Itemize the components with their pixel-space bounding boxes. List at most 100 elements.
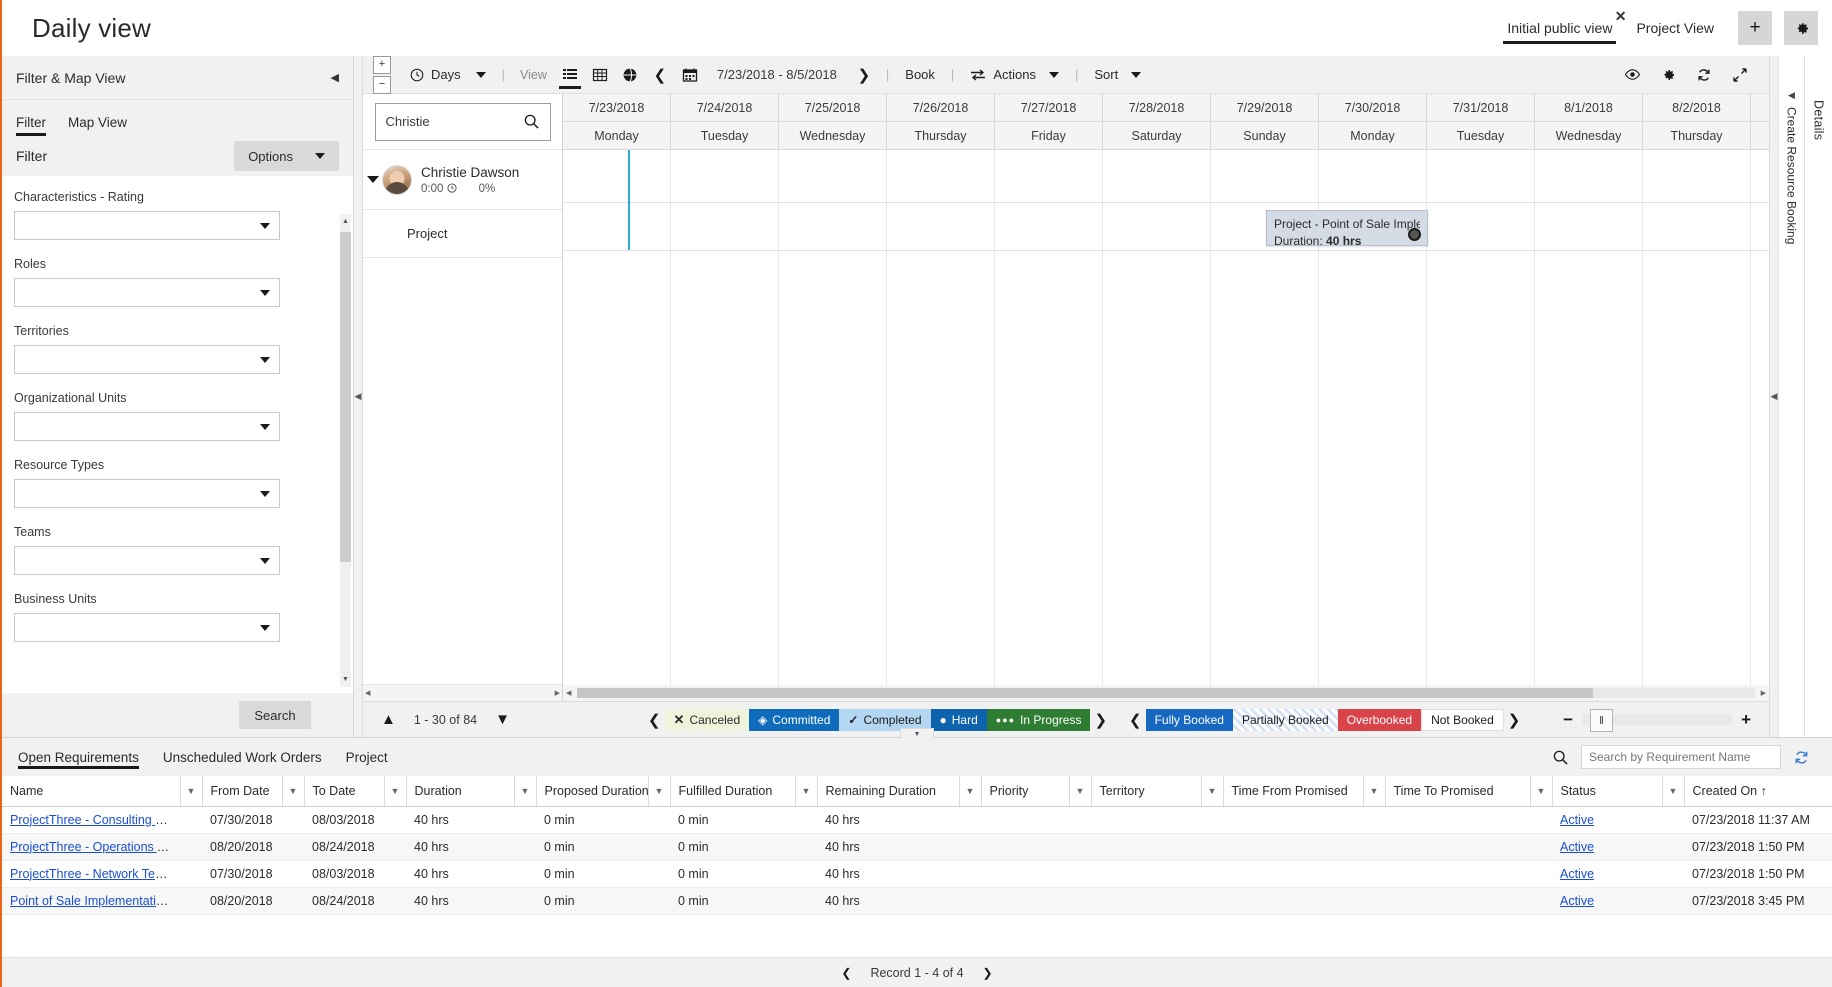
add-view-button[interactable]: + [1738,11,1772,45]
requirement-link[interactable]: ProjectThree - Operations Analyst [10,840,180,854]
requirement-link[interactable]: ProjectThree - Consulting Lead [10,813,180,827]
tab-open-requirements[interactable]: Open Requirements [18,738,139,776]
panel-resize-handle[interactable]: ▼ [900,728,934,739]
legend-partially-booked[interactable]: Partially Booked [1233,709,1338,731]
column-filter-icon[interactable]: ▼ [1530,776,1552,806]
scroll-down-icon[interactable]: ▼ [340,672,351,687]
scrollbar-thumb[interactable] [340,232,351,562]
zoom-slider[interactable]: ‖ [1582,714,1732,725]
tab-project[interactable]: Project [346,738,388,776]
status-link[interactable]: Active [1560,894,1594,908]
column-filter-icon[interactable]: ▼ [282,776,304,806]
legend-prev-icon[interactable]: ❮ [644,711,665,729]
table-row[interactable]: ProjectThree - Consulting Lead07/30/2018… [2,806,1832,833]
roles-select[interactable] [14,278,280,307]
scroll-right-icon[interactable]: ▶ [1761,689,1766,697]
booking-card[interactable]: Project - Point of Sale Implemen Duratio… [1266,210,1428,246]
requirements-search-input[interactable]: Search by Requirement Name [1581,745,1781,769]
tab-unscheduled-work-orders[interactable]: Unscheduled Work Orders [163,738,322,776]
column-filter-icon[interactable]: ▼ [795,776,817,806]
tab-filter[interactable]: Filter [16,115,46,136]
timeline-column[interactable] [671,150,779,685]
column-header[interactable]: Proposed Duration [536,776,648,806]
timeline-column[interactable] [1643,150,1751,685]
zoom-slider-handle[interactable]: ‖ [1590,709,1613,732]
column-header[interactable]: Priority [981,776,1069,806]
right-splitter[interactable]: ◀ [1769,56,1778,737]
expand-icon[interactable] [1725,60,1755,90]
next-record-icon[interactable]: ❯ [980,966,996,980]
sort-dropdown[interactable]: Sort [1085,60,1150,90]
column-header[interactable]: Name [2,776,180,806]
expand-all-button[interactable]: + [373,56,391,74]
filter-search-button[interactable]: Search [239,701,311,729]
column-filter-icon[interactable]: ▼ [1069,776,1091,806]
status-link[interactable]: Active [1560,813,1594,827]
scrollbar-thumb[interactable] [577,688,1593,698]
actions-dropdown[interactable]: Actions [961,60,1068,90]
zoom-in-button[interactable]: + [1741,710,1751,730]
legend-fully-booked[interactable]: Fully Booked [1146,709,1233,731]
timeline-column[interactable] [1751,150,1769,685]
column-filter-icon[interactable]: ▼ [384,776,406,806]
table-row[interactable]: Point of Sale Implementation - O...08/20… [2,887,1832,914]
column-header[interactable]: Duration [406,776,514,806]
table-row[interactable]: ProjectThree - Operations Analyst08/20/2… [2,833,1832,860]
legend-hard[interactable]: ● Hard [931,709,987,731]
tab-project-view[interactable]: Project View [1624,0,1726,56]
resource-hscrollbar[interactable]: ◀ ▶ [363,685,562,701]
legend-not-booked[interactable]: Not Booked [1421,709,1504,731]
scroll-up-icon[interactable]: ▲ [340,214,351,229]
column-filter-icon[interactable]: ▼ [1201,776,1223,806]
column-filter-icon[interactable]: ▼ [648,776,670,806]
left-splitter[interactable]: ◀ [354,56,363,737]
list-view-icon[interactable] [555,60,585,90]
timeline-column[interactable] [1535,150,1643,685]
tab-map-view[interactable]: Map View [68,115,127,136]
expand-collapse-icon[interactable] [367,176,379,183]
legend-committed[interactable]: ◈ Committed [749,709,839,731]
timeline-hscrollbar[interactable]: ◀ ▶ [563,685,1769,701]
days-dropdown[interactable]: Days [401,60,495,90]
column-header[interactable]: Fulfilled Duration [670,776,795,806]
create-resource-booking-panel[interactable]: ◀ Create Resource Booking [1778,56,1804,737]
column-header[interactable]: Time From Promised [1223,776,1363,806]
column-filter-icon[interactable]: ▼ [180,776,202,806]
characteristics-rating-select[interactable] [14,211,280,240]
resource-row-christie-dawson[interactable]: Christie Dawson 0:00 0% [363,150,562,210]
scroll-left-icon[interactable]: ◀ [365,689,370,697]
requirement-link[interactable]: Point of Sale Implementation - O... [10,894,180,908]
gear-icon[interactable] [1653,60,1683,90]
timeline-column[interactable] [1103,150,1211,685]
timeline-column[interactable] [779,150,887,685]
eye-icon[interactable] [1617,60,1647,90]
column-header[interactable]: To Date [304,776,384,806]
timeline-column[interactable] [563,150,671,685]
organizational-units-select[interactable] [14,412,280,441]
resource-types-select[interactable] [14,479,280,508]
timeline-column[interactable] [887,150,995,685]
next-period-button[interactable]: ❯ [849,60,879,90]
calendar-icon[interactable] [675,60,705,90]
prev-record-icon[interactable]: ❮ [838,966,854,980]
settings-button[interactable] [1784,11,1818,45]
column-filter-icon[interactable]: ▼ [1363,776,1385,806]
legend-overbooked[interactable]: Overbooked [1338,709,1421,731]
map-view-icon[interactable] [615,60,645,90]
requirement-link[interactable]: ProjectThree - Network Technician [10,867,180,881]
resource-search-input[interactable]: Christie [375,103,551,141]
refresh-icon[interactable] [1793,749,1810,766]
column-header[interactable]: From Date [202,776,282,806]
table-row[interactable]: ProjectThree - Network Technician07/30/2… [2,860,1832,887]
status-link[interactable]: Active [1560,867,1594,881]
scroll-left-icon[interactable]: ◀ [566,689,571,697]
filter-options-button[interactable]: Options [234,141,339,171]
details-panel[interactable]: Details [1804,56,1832,737]
column-filter-icon[interactable]: ▼ [514,776,536,806]
timeline-column[interactable] [1427,150,1535,685]
column-header[interactable]: Territory [1091,776,1201,806]
legend-next-icon[interactable]: ❯ [1090,711,1111,729]
utilization-next-icon[interactable]: ❯ [1504,711,1525,729]
column-header[interactable]: Status [1552,776,1662,806]
column-filter-icon[interactable]: ▼ [959,776,981,806]
